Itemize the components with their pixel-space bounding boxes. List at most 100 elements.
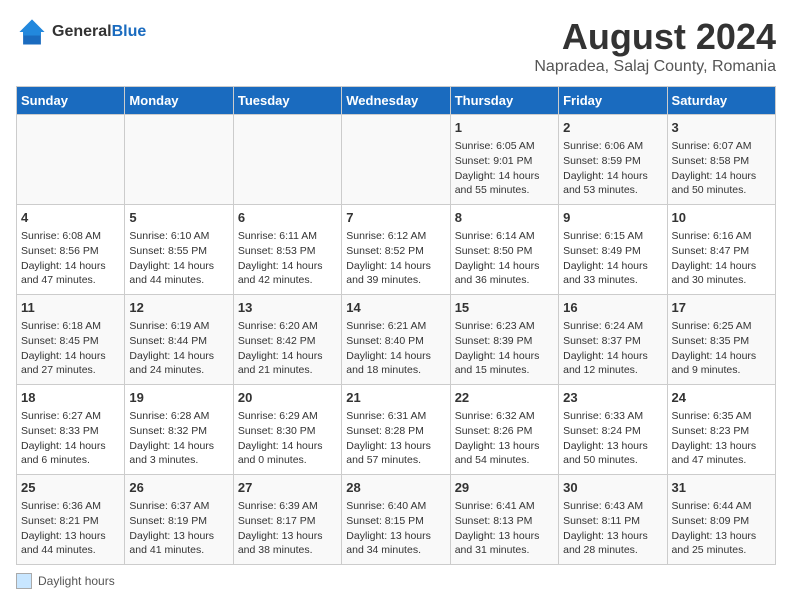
legend: Daylight hours xyxy=(16,573,776,589)
day-info-line: and 12 minutes. xyxy=(563,363,662,378)
day-info-line: Sunrise: 6:08 AM xyxy=(21,229,120,244)
legend-box xyxy=(16,573,32,589)
calendar-cell xyxy=(125,115,233,205)
day-info-line: Sunrise: 6:37 AM xyxy=(129,499,228,514)
day-info-line: Sunrise: 6:25 AM xyxy=(672,319,771,334)
day-info-line: Sunrise: 6:16 AM xyxy=(672,229,771,244)
calendar-cell: 31Sunrise: 6:44 AMSunset: 8:09 PMDayligh… xyxy=(667,475,775,565)
calendar-cell: 12Sunrise: 6:19 AMSunset: 8:44 PMDayligh… xyxy=(125,295,233,385)
day-number: 28 xyxy=(346,479,445,497)
calendar-cell: 8Sunrise: 6:14 AMSunset: 8:50 PMDaylight… xyxy=(450,205,558,295)
calendar-week-row: 1Sunrise: 6:05 AMSunset: 9:01 PMDaylight… xyxy=(17,115,776,205)
calendar-cell: 26Sunrise: 6:37 AMSunset: 8:19 PMDayligh… xyxy=(125,475,233,565)
day-info-line: Sunrise: 6:39 AM xyxy=(238,499,337,514)
main-title: August 2024 xyxy=(534,16,776,58)
day-info-line: Daylight: 14 hours xyxy=(563,349,662,364)
day-info-line: Sunset: 8:52 PM xyxy=(346,244,445,259)
day-info-line: and 30 minutes. xyxy=(672,273,771,288)
day-info-line: Daylight: 13 hours xyxy=(672,439,771,454)
day-info-line: and 44 minutes. xyxy=(129,273,228,288)
day-info-line: Daylight: 13 hours xyxy=(563,439,662,454)
day-info-line: and 57 minutes. xyxy=(346,453,445,468)
day-info-line: Sunrise: 6:11 AM xyxy=(238,229,337,244)
day-info-line: and 38 minutes. xyxy=(238,543,337,558)
day-number: 16 xyxy=(563,299,662,317)
day-info-line: Daylight: 14 hours xyxy=(455,259,554,274)
day-number: 18 xyxy=(21,389,120,407)
day-info-line: Sunset: 8:11 PM xyxy=(563,514,662,529)
calendar-cell: 3Sunrise: 6:07 AMSunset: 8:58 PMDaylight… xyxy=(667,115,775,205)
day-info-line: Daylight: 14 hours xyxy=(563,259,662,274)
day-info-line: Sunset: 8:53 PM xyxy=(238,244,337,259)
day-number: 2 xyxy=(563,119,662,137)
day-info-line: Sunset: 8:26 PM xyxy=(455,424,554,439)
calendar-cell xyxy=(17,115,125,205)
day-info-line: Daylight: 13 hours xyxy=(455,529,554,544)
day-info-line: Sunrise: 6:23 AM xyxy=(455,319,554,334)
day-info-line: and 44 minutes. xyxy=(21,543,120,558)
day-number: 23 xyxy=(563,389,662,407)
calendar-cell: 6Sunrise: 6:11 AMSunset: 8:53 PMDaylight… xyxy=(233,205,341,295)
page-header: GeneralBlue August 2024 Napradea, Salaj … xyxy=(16,16,776,76)
calendar-week-row: 18Sunrise: 6:27 AMSunset: 8:33 PMDayligh… xyxy=(17,385,776,475)
day-info-line: Sunset: 8:50 PM xyxy=(455,244,554,259)
calendar-cell: 11Sunrise: 6:18 AMSunset: 8:45 PMDayligh… xyxy=(17,295,125,385)
day-number: 9 xyxy=(563,209,662,227)
day-number: 6 xyxy=(238,209,337,227)
day-info-line: Sunrise: 6:06 AM xyxy=(563,139,662,154)
day-info-line: and 36 minutes. xyxy=(455,273,554,288)
day-info-line: Daylight: 14 hours xyxy=(672,259,771,274)
day-info-line: and 9 minutes. xyxy=(672,363,771,378)
day-info-line: Sunrise: 6:31 AM xyxy=(346,409,445,424)
day-number: 26 xyxy=(129,479,228,497)
day-info-line: Daylight: 14 hours xyxy=(129,349,228,364)
header-row: SundayMondayTuesdayWednesdayThursdayFrid… xyxy=(17,87,776,115)
calendar-cell: 28Sunrise: 6:40 AMSunset: 8:15 PMDayligh… xyxy=(342,475,450,565)
day-info-line: Sunset: 8:30 PM xyxy=(238,424,337,439)
logo-blue: Blue xyxy=(112,23,147,40)
day-number: 21 xyxy=(346,389,445,407)
day-number: 24 xyxy=(672,389,771,407)
calendar-cell: 4Sunrise: 6:08 AMSunset: 8:56 PMDaylight… xyxy=(17,205,125,295)
day-number: 27 xyxy=(238,479,337,497)
day-info-line: and 53 minutes. xyxy=(563,183,662,198)
calendar-cell: 20Sunrise: 6:29 AMSunset: 8:30 PMDayligh… xyxy=(233,385,341,475)
day-info-line: Daylight: 14 hours xyxy=(21,259,120,274)
weekday-header: Sunday xyxy=(17,87,125,115)
calendar-cell: 21Sunrise: 6:31 AMSunset: 8:28 PMDayligh… xyxy=(342,385,450,475)
day-info-line: Sunset: 8:13 PM xyxy=(455,514,554,529)
calendar-cell: 5Sunrise: 6:10 AMSunset: 8:55 PMDaylight… xyxy=(125,205,233,295)
calendar-cell: 27Sunrise: 6:39 AMSunset: 8:17 PMDayligh… xyxy=(233,475,341,565)
day-info-line: Sunset: 8:35 PM xyxy=(672,334,771,349)
day-info-line: and 50 minutes. xyxy=(672,183,771,198)
day-info-line: Sunset: 8:59 PM xyxy=(563,154,662,169)
calendar-cell: 25Sunrise: 6:36 AMSunset: 8:21 PMDayligh… xyxy=(17,475,125,565)
day-info-line: Sunset: 8:19 PM xyxy=(129,514,228,529)
calendar-cell: 10Sunrise: 6:16 AMSunset: 8:47 PMDayligh… xyxy=(667,205,775,295)
day-info-line: Sunrise: 6:36 AM xyxy=(21,499,120,514)
day-info-line: and 47 minutes. xyxy=(672,453,771,468)
calendar-cell: 1Sunrise: 6:05 AMSunset: 9:01 PMDaylight… xyxy=(450,115,558,205)
day-info-line: Sunrise: 6:43 AM xyxy=(563,499,662,514)
day-info-line: Daylight: 13 hours xyxy=(346,529,445,544)
day-info-line: Sunrise: 6:29 AM xyxy=(238,409,337,424)
day-info-line: Daylight: 14 hours xyxy=(21,439,120,454)
calendar-week-row: 11Sunrise: 6:18 AMSunset: 8:45 PMDayligh… xyxy=(17,295,776,385)
day-number: 15 xyxy=(455,299,554,317)
day-info-line: and 28 minutes. xyxy=(563,543,662,558)
day-number: 3 xyxy=(672,119,771,137)
day-info-line: Daylight: 14 hours xyxy=(21,349,120,364)
calendar-cell: 7Sunrise: 6:12 AMSunset: 8:52 PMDaylight… xyxy=(342,205,450,295)
day-info-line: Sunrise: 6:27 AM xyxy=(21,409,120,424)
day-info-line: Daylight: 14 hours xyxy=(672,349,771,364)
day-number: 4 xyxy=(21,209,120,227)
logo: GeneralBlue xyxy=(16,16,146,48)
day-info-line: Sunset: 8:33 PM xyxy=(21,424,120,439)
day-info-line: and 6 minutes. xyxy=(21,453,120,468)
day-info-line: Sunset: 9:01 PM xyxy=(455,154,554,169)
calendar-cell: 17Sunrise: 6:25 AMSunset: 8:35 PMDayligh… xyxy=(667,295,775,385)
day-info-line: Daylight: 13 hours xyxy=(672,529,771,544)
day-info-line: Sunrise: 6:14 AM xyxy=(455,229,554,244)
day-info-line: Daylight: 14 hours xyxy=(563,169,662,184)
day-info-line: and 15 minutes. xyxy=(455,363,554,378)
